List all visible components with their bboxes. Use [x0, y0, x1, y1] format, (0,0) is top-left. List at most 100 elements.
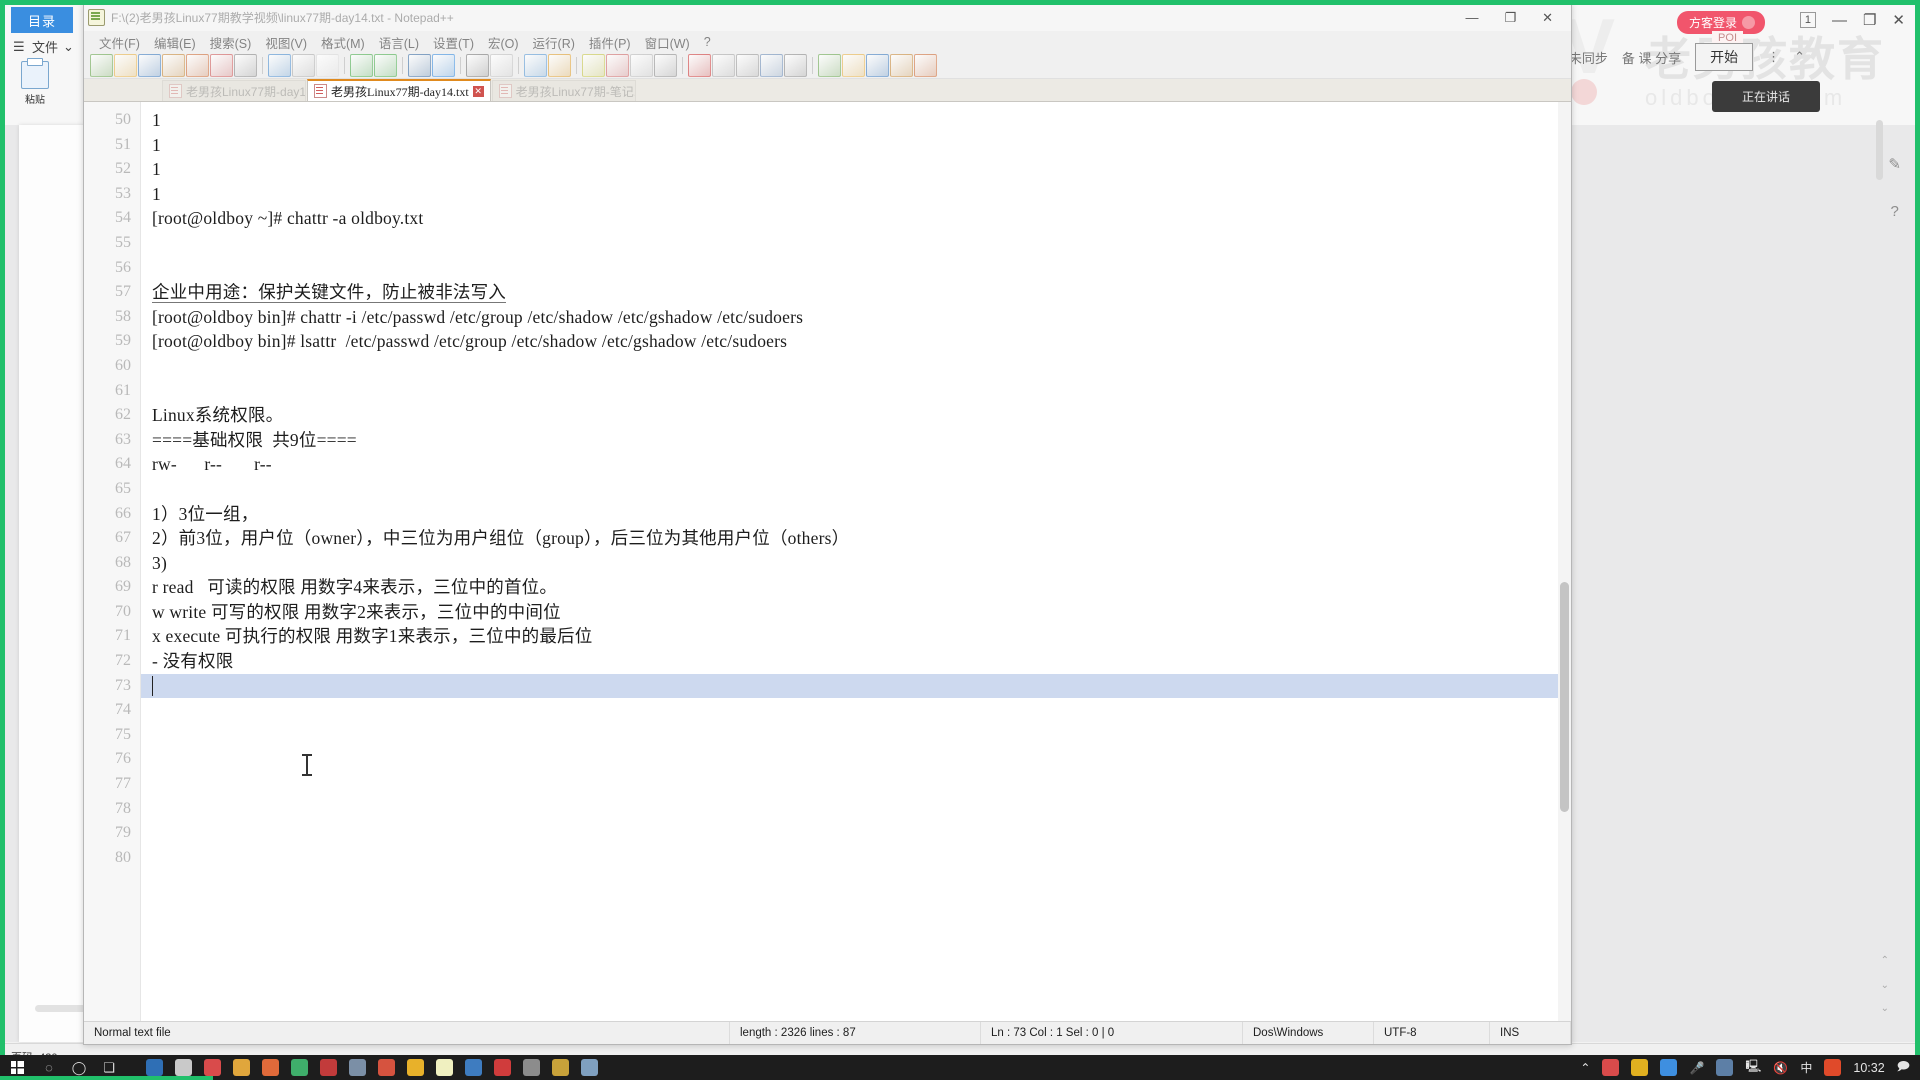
app-browser-icon[interactable]	[233, 1059, 250, 1076]
system-tray[interactable]: ⌃ 🎤 🖳 🔇 中 10:32 🗩	[1580, 1057, 1920, 1078]
document-tabbar[interactable]: 老男孩Linux77期-day13.txt老男孩Linux77期-day14.t…	[84, 79, 1571, 102]
menu-item-5[interactable]: 语言(L)	[372, 31, 426, 54]
document-tab-1[interactable]: 老男孩Linux77期-day14.txt ✕	[307, 79, 491, 101]
more-options-icon[interactable]: ⋮	[1767, 49, 1780, 65]
sync-h-icon[interactable]	[548, 54, 571, 77]
wps-window-controls[interactable]: 1 — ❐ ✕	[1799, 11, 1905, 29]
code-line[interactable]: 1	[141, 157, 1571, 182]
folder-workspace-icon[interactable]	[784, 54, 807, 77]
macro-stop-icon[interactable]	[842, 54, 865, 77]
code-line[interactable]	[141, 231, 1571, 256]
wps-paste-button[interactable]: 粘贴	[15, 58, 55, 106]
tray-cloud-icon[interactable]	[1660, 1059, 1678, 1076]
menu-item-3[interactable]: 视图(V)	[258, 31, 314, 54]
code-line[interactable]: 企业中用途：保护关键文件，防止被非法写入	[141, 280, 1571, 305]
notification-icon[interactable]: 🗩	[1897, 1057, 1910, 1078]
ui-hilite-icon[interactable]	[654, 54, 677, 77]
macro-save-icon[interactable]	[914, 54, 937, 77]
window-controls[interactable]: — ❐ ✕	[1465, 10, 1567, 26]
app-folder-icon[interactable]	[407, 1059, 424, 1076]
func-list-icon[interactable]	[760, 54, 783, 77]
app-note-icon[interactable]	[378, 1059, 395, 1076]
code-line[interactable]: 1	[141, 108, 1571, 133]
replace-icon[interactable]	[432, 54, 455, 77]
open-file-icon[interactable]	[114, 54, 137, 77]
app-paint-icon[interactable]	[320, 1059, 337, 1076]
save-all-icon[interactable]	[162, 54, 185, 77]
share-label[interactable]: 备 课 分享	[1622, 48, 1681, 67]
code-line[interactable]: 1	[141, 182, 1571, 207]
app-word-icon[interactable]	[465, 1059, 482, 1076]
code-line[interactable]: [root@oldboy bin]# chattr -i /etc/passwd…	[141, 305, 1571, 330]
find-icon[interactable]	[408, 54, 431, 77]
code-line[interactable]	[141, 821, 1571, 846]
help-circle-icon[interactable]: ?	[1891, 203, 1899, 220]
code-content[interactable]: 1 1 1 1 [root@oldboy ~]# chattr -a oldboy.tx…	[141, 102, 1571, 1021]
tray-shield-icon[interactable]	[1631, 1059, 1649, 1076]
maximize-button[interactable]: ❐	[1504, 10, 1516, 26]
code-line[interactable]	[141, 354, 1571, 379]
tray-sogou-icon[interactable]	[1824, 1059, 1842, 1076]
close-button[interactable]: ✕	[1892, 11, 1905, 29]
scroll-down-icon[interactable]: ⌄	[1881, 980, 1889, 991]
editor-area[interactable]: 50 51 52 53 54 55 56 57 58 59 60 61 62 63 64 65 66 67 68 69…	[84, 102, 1571, 1021]
close-file-icon[interactable]	[186, 54, 209, 77]
new-file-icon[interactable]	[90, 54, 113, 77]
menu-item-1[interactable]: 编辑(E)	[147, 31, 203, 54]
indent-guide-icon[interactable]	[630, 54, 653, 77]
code-line[interactable]: rw- r-- r--	[141, 452, 1571, 477]
app-vm-icon[interactable]	[523, 1059, 540, 1076]
taskbar-clock[interactable]: 10:32	[1853, 1061, 1884, 1075]
zoom-in-icon[interactable]	[466, 54, 489, 77]
wps-outline-tab[interactable]: 目录	[11, 7, 73, 33]
app-reader-icon[interactable]	[581, 1059, 598, 1076]
show-all-chars-icon[interactable]	[606, 54, 629, 77]
code-line[interactable]	[141, 723, 1571, 748]
app-chat-icon[interactable]	[291, 1059, 308, 1076]
app-notepad-icon[interactable]	[436, 1059, 453, 1076]
app-phone-icon[interactable]	[262, 1059, 279, 1076]
menu-item-9[interactable]: 插件(P)	[582, 31, 638, 54]
menu-item-2[interactable]: 搜索(S)	[203, 31, 259, 54]
close-all-icon[interactable]	[210, 54, 233, 77]
code-line[interactable]	[141, 477, 1571, 502]
zoom-out-icon[interactable]	[490, 54, 513, 77]
doc-map-icon[interactable]	[712, 54, 735, 77]
code-line[interactable]: 2）前3位，用户位（owner），中三位为用户组位（group），后三位为其他用…	[141, 526, 1571, 551]
document-tab-0[interactable]: 老男孩Linux77期-day13.txt	[162, 80, 306, 101]
sync-v-icon[interactable]	[524, 54, 547, 77]
scroll-up-icon[interactable]: ⌃	[1881, 955, 1889, 966]
code-line[interactable]: 1）3位一组，	[141, 502, 1571, 527]
start-button[interactable]: 开始	[1695, 43, 1754, 71]
menu-item-11[interactable]: ?	[697, 33, 718, 51]
titlebar[interactable]: F:\(2)老男孩Linux77期教学视频\linux77期-day14.txt…	[84, 4, 1571, 31]
app-terminal-icon[interactable]	[552, 1059, 569, 1076]
code-line[interactable]	[141, 698, 1571, 723]
macro-play-icon[interactable]	[866, 54, 889, 77]
redo-icon[interactable]	[374, 54, 397, 77]
code-line[interactable]: 1	[141, 133, 1571, 158]
menu-item-6[interactable]: 设置(T)	[426, 31, 481, 54]
code-line[interactable]: [root@oldboy bin]# lsattr /etc/passwd /e…	[141, 329, 1571, 354]
collapse-ribbon-icon[interactable]: ⌃	[1794, 49, 1805, 65]
next-page-icon[interactable]: ⌄	[1881, 1003, 1889, 1014]
user-lang-icon[interactable]	[688, 54, 711, 77]
close-tab-icon[interactable]: ✕	[472, 85, 484, 97]
wps-quick-actions[interactable]: 未同步 备 课 分享 开始 ⋮ ⌃	[1569, 43, 1805, 71]
menu-item-10[interactable]: 窗口(W)	[638, 31, 697, 54]
code-line[interactable]: 3)	[141, 551, 1571, 576]
toolbar[interactable]	[84, 53, 1571, 79]
document-tab-2[interactable]: 老男孩Linux77期-笔记.txt	[491, 80, 636, 101]
copy-icon[interactable]	[292, 54, 315, 77]
minimize-button[interactable]: —	[1832, 12, 1847, 29]
tray-ime-cn-icon[interactable]: 中	[1800, 1059, 1812, 1076]
code-line[interactable]	[141, 747, 1571, 772]
app-store-icon[interactable]	[349, 1059, 366, 1076]
menu-item-7[interactable]: 宏(O)	[481, 31, 526, 54]
notepad-plus-plus-window[interactable]: F:\(2)老男孩Linux77期教学视频\linux77期-day14.txt…	[83, 3, 1572, 1045]
app-tools-icon[interactable]	[175, 1059, 192, 1076]
close-button[interactable]: ✕	[1542, 10, 1553, 26]
app-xmind-icon[interactable]	[494, 1059, 511, 1076]
tray-up-icon[interactable]: ⌃	[1580, 1061, 1590, 1075]
code-line[interactable]	[141, 379, 1571, 404]
